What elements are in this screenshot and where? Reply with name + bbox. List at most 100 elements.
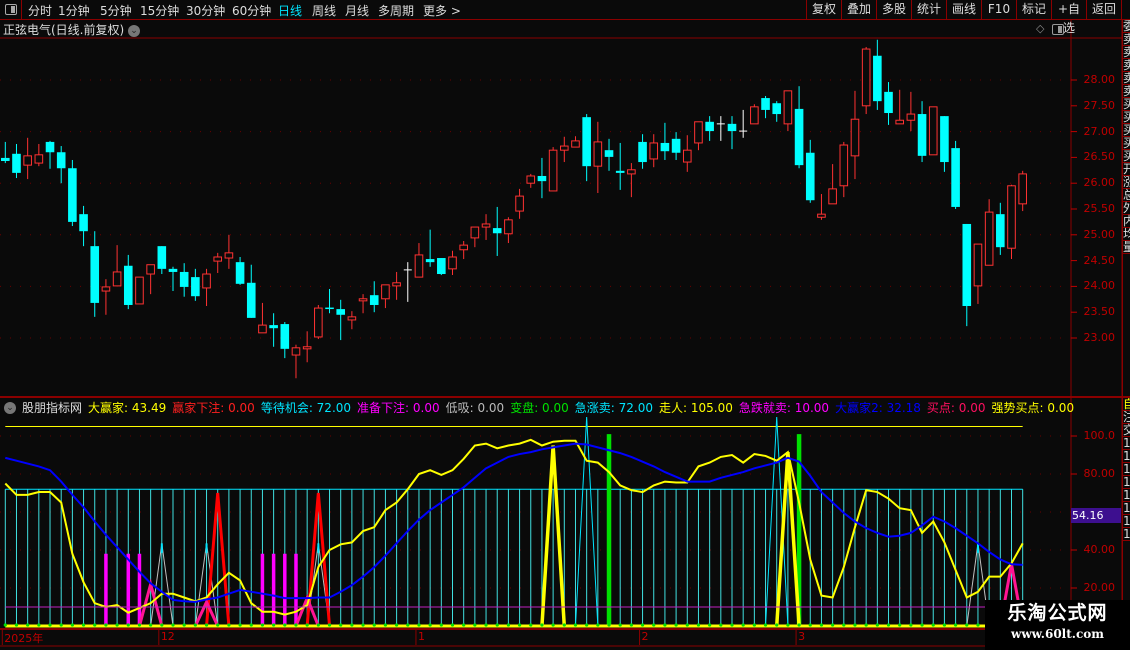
candle-body-up [504, 219, 513, 235]
tab-10[interactable]: 更多 > [423, 2, 461, 19]
candle-body-down [123, 265, 133, 305]
indicator-legend-item[interactable]: 大赢家: 43.49 [88, 399, 166, 416]
indicator-legend-item[interactable]: 大赢家2: 32.18 [835, 399, 921, 416]
candle-body-down [1, 157, 10, 162]
toolbar-button-2[interactable]: 多股 [876, 0, 911, 20]
legend-value: 0.00 [958, 401, 986, 415]
legend-label: 等待机会: [260, 401, 317, 415]
tab-3[interactable]: 15分钟 [140, 2, 179, 19]
bottom-dot [37, 623, 41, 627]
bottom-dot [473, 623, 477, 627]
chevron-down-icon[interactable]: ⌄ [128, 24, 141, 37]
tab-9[interactable]: 多周期 [378, 2, 414, 19]
price-label: 24.00 [1083, 279, 1116, 293]
sidebar-toggle-button[interactable] [0, 0, 22, 20]
right-quote-strip[interactable]: 委卖卖卖卖卖买买买买买开涨总外内均量 [1122, 20, 1130, 396]
bottom-dot [696, 623, 701, 627]
tab-2[interactable]: 5分钟 [100, 2, 132, 19]
panel-toggle-icon[interactable] [1052, 24, 1064, 35]
chart-canvas[interactable] [0, 0, 1130, 650]
toolbar-button-4[interactable]: 画线 [946, 0, 981, 20]
candle-body-up [381, 284, 390, 300]
right-indicator-strip[interactable]: 自注交11111111 [1122, 398, 1130, 628]
bottom-dot [585, 623, 589, 627]
legend-value: 72.00 [316, 401, 352, 415]
strip-cell: 1 [1123, 528, 1130, 541]
legend-label: 走人: [658, 401, 691, 415]
tab-0[interactable]: 分时 [28, 2, 52, 19]
price-label: 27.50 [1083, 98, 1116, 112]
candle-body-up [112, 271, 122, 287]
candle-body-down [951, 148, 960, 207]
candle-body-down [280, 324, 290, 349]
indicator-name[interactable]: 股朋指标网 [22, 399, 82, 416]
price-label: 25.50 [1083, 202, 1116, 215]
toolbar-button-8[interactable]: 返回 [1086, 0, 1121, 20]
candle-body-up [392, 282, 401, 287]
bottom-dot [607, 623, 611, 627]
price-label: 25.00 [1083, 227, 1116, 241]
tab-4[interactable]: 30分钟 [186, 2, 225, 19]
candle-body-down [996, 214, 1005, 248]
candle-body-up [258, 324, 267, 334]
tab-1[interactable]: 1分钟 [58, 2, 90, 19]
bottom-dot [965, 623, 969, 627]
candle-body-down [962, 223, 972, 307]
indicator-legend-item[interactable]: 变盘: 0.00 [510, 399, 569, 416]
bottom-dot [752, 623, 756, 627]
bottom-dot [886, 623, 891, 627]
bottom-dot [160, 623, 164, 627]
candle-body-down [615, 170, 625, 173]
indicator-legend-item[interactable]: 买点: 0.00 [927, 399, 986, 416]
bottom-dot [819, 623, 824, 627]
bottom-dot [831, 623, 835, 627]
indicator-axis-label: 80.00 [1083, 467, 1116, 480]
candle-body-up [302, 346, 312, 350]
toolbar-button-7[interactable]: +自选 [1051, 0, 1086, 35]
indicator-legend-item[interactable]: 走人: 105.00 [659, 399, 733, 416]
chevron-down-icon[interactable]: ⌄ [4, 401, 16, 414]
candle-body-up [649, 142, 659, 160]
tab-6[interactable]: 日线 [278, 2, 302, 19]
indicator-legend-item[interactable]: 准备下注: 0.00 [357, 399, 440, 416]
bottom-dot [439, 623, 443, 627]
stock-title[interactable]: 正弦电气(日线.前复权) ⌄ [3, 21, 141, 38]
toolbar-button-1[interactable]: 叠加 [841, 0, 876, 20]
indicator-legend-item[interactable]: 等待机会: 72.00 [261, 399, 351, 416]
legend-value: 0.00 [1047, 401, 1075, 415]
tab-7[interactable]: 周线 [312, 2, 336, 19]
indicator-legend-item[interactable]: 急涨卖: 72.00 [575, 399, 653, 416]
toolbar-button-0[interactable]: 复权 [806, 0, 841, 20]
candle-body-down [45, 141, 55, 153]
indicator-legend-item[interactable]: 赢家下注: 0.00 [172, 399, 255, 416]
indicator-legend-item[interactable]: 低吸: 0.00 [446, 399, 505, 416]
toolbar-button-5[interactable]: F10 [981, 0, 1016, 20]
candle-body-up [515, 195, 524, 212]
tab-5[interactable]: 60分钟 [232, 2, 271, 19]
candle-body-up [135, 276, 144, 305]
candle-body-up [459, 244, 468, 251]
tab-8[interactable]: 月线 [345, 2, 369, 19]
bottom-dot [81, 623, 86, 627]
diamond-icon[interactable]: ◇ [1036, 22, 1044, 35]
bottom-dot [808, 623, 812, 627]
candle-body-up [358, 298, 368, 302]
bottom-dot [529, 623, 533, 627]
indicator-legend-item[interactable]: 强势买点: 0.00 [992, 399, 1075, 416]
legend-value: 105.00 [690, 401, 733, 415]
indicator-legend-item[interactable]: 急跌就卖: 10.00 [739, 399, 829, 416]
bottom-dot [93, 623, 97, 627]
indicator-plot [3, 416, 1060, 628]
toolbar-button-6[interactable]: 标记 [1016, 0, 1051, 20]
candle-body-down [671, 138, 681, 153]
bottom-dot [540, 623, 544, 627]
bottom-dot [931, 623, 935, 627]
candle-body-down [917, 114, 927, 156]
toolbar-button-3[interactable]: 统计 [911, 0, 946, 20]
legend-label: 赢家下注: [172, 401, 229, 415]
candle-body-up [682, 149, 692, 163]
candle-body-down [492, 228, 502, 234]
legend-value: 43.49 [131, 401, 167, 415]
bottom-dot [506, 623, 510, 627]
candle-body-up [291, 347, 301, 356]
